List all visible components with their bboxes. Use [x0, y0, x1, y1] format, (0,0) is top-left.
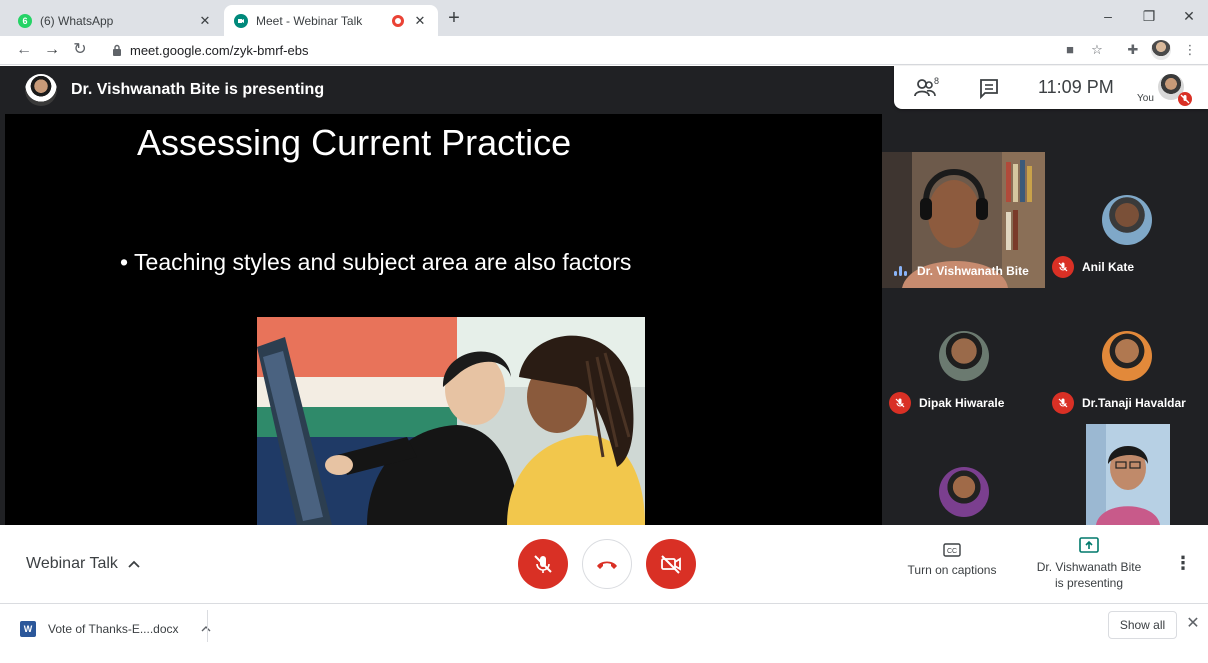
bookmark-star-icon[interactable]: ☆	[1088, 41, 1106, 59]
tab-title: Meet - Webinar Talk	[256, 13, 363, 28]
slide-title: Assessing Current Practice	[137, 122, 572, 163]
hang-up-icon	[597, 561, 617, 569]
tab-title: (6) WhatsApp	[40, 13, 114, 28]
recording-indicator-icon	[392, 14, 404, 27]
participant-tile[interactable]: Dr. Vishwanath Bite	[882, 152, 1045, 288]
present-now-button[interactable]: Dr. Vishwanath Bite is presenting	[1030, 537, 1148, 591]
participant-tile[interactable]: Anil Kate	[1045, 152, 1208, 288]
presenting-label-line-2: is presenting	[1054, 576, 1124, 590]
slide-photo	[257, 317, 645, 525]
svg-text:CC: CC	[947, 548, 957, 555]
participant-name-row: Anil Kate	[1045, 256, 1134, 278]
self-mic-off-icon	[1178, 92, 1192, 106]
participant-video	[1086, 424, 1170, 525]
you-label: You	[1137, 93, 1154, 104]
download-shelf: W Vote of Thanks-E....docx Show all ✕	[0, 603, 1208, 663]
participant-avatar	[1102, 331, 1152, 381]
present-screen-icon	[1079, 537, 1099, 553]
participant-tile[interactable]	[882, 424, 1045, 525]
tab-meet[interactable]: Meet - Webinar Talk ✕	[224, 5, 438, 36]
minimize-icon[interactable]: –	[1098, 8, 1118, 28]
restore-icon[interactable]: ❐	[1139, 8, 1159, 28]
mic-off-icon	[1052, 256, 1074, 278]
participant-name-row: Dr. Vishwanath Bite	[882, 264, 1029, 278]
people-count: 8	[934, 76, 939, 86]
browser-tab-bar: 6 (6) WhatsApp ✕ Meet - Webinar Talk ✕ +…	[0, 0, 1208, 36]
browser-menu-icon[interactable]: ⋮	[1181, 41, 1199, 59]
participant-avatar	[939, 467, 989, 517]
chevron-up-icon	[128, 560, 140, 568]
back-arrow-icon[interactable]: ←	[14, 40, 34, 60]
word-document-icon: W	[20, 621, 36, 637]
meeting-clock: 11:09 PM	[1038, 77, 1114, 97]
more-options-icon[interactable]: ⋮	[1173, 553, 1193, 575]
forward-arrow-icon[interactable]: →	[42, 40, 62, 60]
participant-name-row: Dipak Hiwarale	[882, 392, 1004, 414]
tab-close-icon[interactable]: ✕	[412, 13, 428, 29]
tab-close-icon[interactable]: ✕	[197, 13, 213, 29]
extensions-puzzle-icon[interactable]: ✚	[1124, 41, 1142, 59]
url-field[interactable]: meet.google.com/zyk-bmrf-ebs	[100, 39, 1050, 61]
close-icon[interactable]: ✕	[1184, 615, 1202, 633]
video-off-icon	[661, 555, 681, 574]
participant-tile[interactable]	[1086, 424, 1170, 525]
mic-off-icon	[889, 392, 911, 414]
participant-tile[interactable]: Dr.Tanaji Havaldar	[1045, 288, 1208, 424]
presenter-avatar	[25, 74, 57, 106]
participant-name: Dr.Tanaji Havaldar	[1082, 396, 1186, 410]
shelf-divider	[207, 610, 208, 642]
closed-captions-icon: CC	[943, 543, 961, 557]
show-all-button[interactable]: Show all	[1108, 611, 1177, 639]
meeting-details-button[interactable]: Webinar Talk	[26, 555, 140, 573]
participant-avatar	[939, 331, 989, 381]
captions-button[interactable]: CC Turn on captions	[900, 543, 1004, 577]
people-icon[interactable]: 8	[914, 76, 942, 100]
participant-name: Dr. Vishwanath Bite	[917, 264, 1029, 278]
microphone-toggle-button[interactable]	[518, 539, 568, 589]
participant-tile[interactable]: Dipak Hiwarale	[882, 288, 1045, 424]
leave-call-button[interactable]	[582, 539, 632, 589]
shared-screen: Dr. Vishwanath Bite is presenting Assess…	[5, 66, 882, 525]
window-close-icon[interactable]: ✕	[1179, 8, 1199, 28]
presenting-label-line-1: Dr. Vishwanath Bite	[1036, 560, 1142, 574]
presenter-banner-text: Dr. Vishwanath Bite is presenting	[71, 81, 325, 98]
download-item[interactable]: W Vote of Thanks-E....docx	[20, 618, 211, 640]
participant-name: Dipak Hiwarale	[919, 396, 1005, 410]
lock-icon	[113, 44, 121, 56]
camera-toggle-button[interactable]	[646, 539, 696, 589]
whatsapp-icon: 6	[18, 13, 32, 28]
participants-panel: 8 11:09 PM You Dr. Vishwanath Bite Anil …	[882, 66, 1208, 525]
reload-icon[interactable]: ↻	[70, 40, 90, 60]
speaking-indicator-icon	[894, 266, 907, 276]
profile-avatar[interactable]	[1151, 40, 1171, 60]
camera-indicator-icon[interactable]: ■	[1061, 41, 1079, 59]
chevron-up-icon[interactable]	[201, 626, 211, 632]
participant-name-row: Dr.Tanaji Havaldar	[1045, 392, 1186, 414]
participant-name: Anil Kate	[1082, 260, 1135, 274]
participant-avatar	[1102, 195, 1152, 245]
meeting-title: Webinar Talk	[26, 555, 118, 572]
meet-icon	[234, 13, 248, 28]
url-text: meet.google.com/zyk-bmrf-ebs	[130, 42, 309, 58]
meeting-stage: Dr. Vishwanath Bite is presenting Assess…	[0, 66, 1208, 525]
meeting-controls-bar: Webinar Talk CC Turn on captions Dr. Vis…	[0, 525, 1208, 603]
chat-icon[interactable]	[978, 77, 1000, 99]
mic-off-icon	[1052, 392, 1074, 414]
address-bar: ← → ↻ meet.google.com/zyk-bmrf-ebs ■ ☆ ✚…	[0, 36, 1208, 65]
download-file-name: Vote of Thanks-E....docx	[48, 622, 179, 636]
new-tab-button[interactable]: +	[444, 8, 464, 29]
slide-bullet: • Teaching styles and subject area are a…	[120, 249, 632, 275]
presenter-banner: Dr. Vishwanath Bite is presenting	[5, 66, 882, 114]
meeting-info-card: 8 11:09 PM You	[894, 66, 1208, 109]
tab-whatsapp[interactable]: 6 (6) WhatsApp ✕	[8, 5, 223, 36]
mic-off-icon	[534, 555, 552, 573]
captions-label: Turn on captions	[907, 563, 997, 577]
